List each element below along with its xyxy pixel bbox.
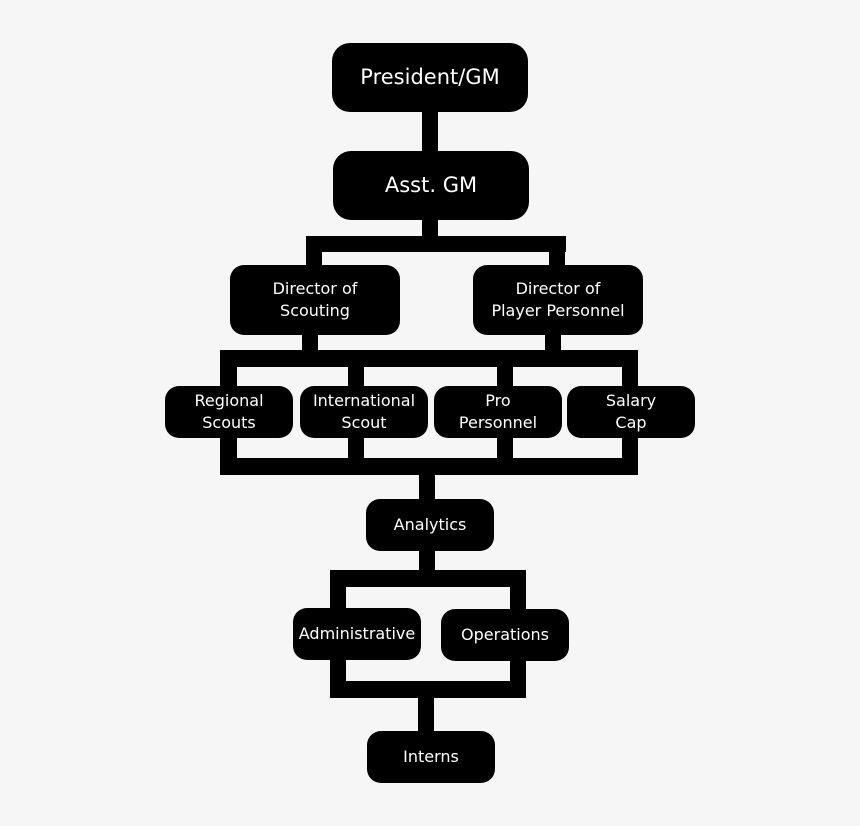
connector-to-dir-scouting [306, 236, 322, 268]
connector-president-asst [422, 110, 438, 154]
connector-directors-bar [306, 236, 566, 252]
node-director-of-player-personnel: Director of Player Personnel [473, 265, 643, 335]
node-label: International Scout [312, 391, 416, 432]
node-label: Pro Personnel [458, 391, 538, 432]
node-label: Director of Scouting [272, 279, 358, 320]
node-label: Salary Cap [605, 391, 657, 432]
node-regional-scouts: Regional Scouts [165, 386, 293, 438]
node-interns: Interns [367, 731, 495, 783]
connector-to-dir-personnel [549, 236, 565, 268]
connector-to-analytics [419, 470, 435, 502]
node-label: Analytics [393, 515, 467, 535]
node-director-of-scouting: Director of Scouting [230, 265, 400, 335]
connector-to-interns [418, 694, 434, 734]
node-asst-gm: Asst. GM [333, 151, 529, 220]
node-international-scout: International Scout [300, 386, 428, 438]
node-label: Director of Player Personnel [491, 279, 625, 320]
node-label: Asst. GM [384, 173, 478, 198]
node-analytics: Analytics [366, 499, 494, 551]
node-label: Regional Scouts [194, 391, 264, 432]
node-label: Administrative [298, 624, 416, 644]
connector-row3-top-bar [220, 350, 638, 367]
node-administrative: Administrative [293, 608, 421, 660]
node-salary-cap: Salary Cap [567, 386, 695, 438]
node-pro-personnel: Pro Personnel [434, 386, 562, 438]
node-label: Interns [403, 747, 459, 767]
connector-row5-top-bar [330, 570, 526, 587]
node-operations: Operations [441, 609, 569, 661]
node-label: President/GM [360, 65, 500, 90]
node-president-gm: President/GM [332, 43, 528, 112]
node-label: Operations [461, 625, 549, 645]
